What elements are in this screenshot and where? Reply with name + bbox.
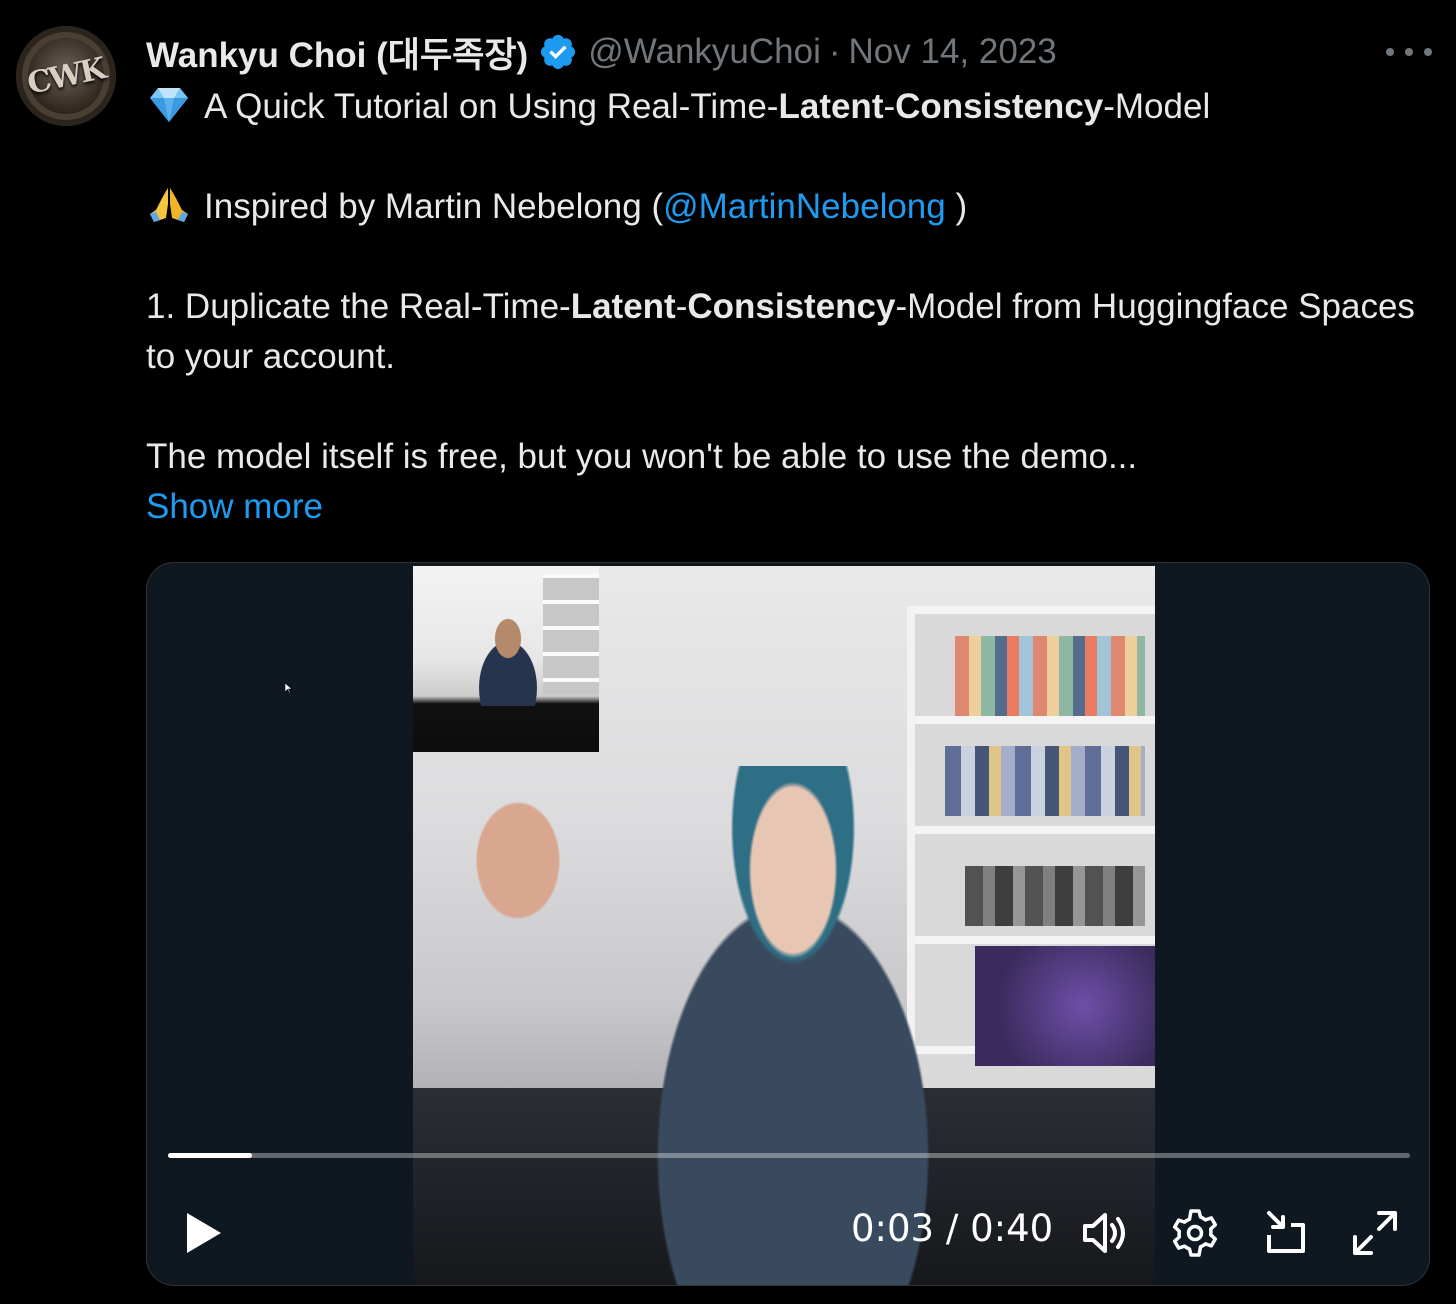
header-separator: · xyxy=(828,32,841,71)
video-controls: 0:03 / 0:40 xyxy=(147,1193,1429,1273)
step1-prefix: 1. Duplicate the Real-Time- xyxy=(146,287,571,326)
time-separator: / xyxy=(934,1207,971,1250)
verified-badge-icon[interactable] xyxy=(538,32,578,72)
title-bold-latent: Latent xyxy=(778,87,884,126)
tweet-header: Wankyu Choi (대두족장) @WankyuChoi · Nov 14,… xyxy=(146,28,1057,76)
video-progress-fill xyxy=(168,1153,253,1158)
webcam-inset xyxy=(413,566,599,752)
video-player[interactable]: 0:03 / 0:40 xyxy=(146,562,1430,1286)
gem-emoji-icon xyxy=(150,88,188,122)
title-text-prefix: A Quick Tutorial on Using Real-Time- xyxy=(204,87,779,126)
video-books xyxy=(955,636,1145,716)
webcam-person xyxy=(463,616,553,706)
author-avatar[interactable]: CWK xyxy=(16,26,116,126)
show-more-link[interactable]: Show more xyxy=(146,487,323,526)
inspired-suffix: ) xyxy=(945,187,968,226)
tweet-line-title: A Quick Tutorial on Using Real-Time-Late… xyxy=(146,82,1436,132)
avatar-monogram: CWK xyxy=(24,50,108,102)
tweet-line-inspired: Inspired by Martin Nebelong (@MartinNebe… xyxy=(146,182,1436,232)
mention-link[interactable]: @MartinNebelong xyxy=(663,187,946,226)
gear-icon[interactable] xyxy=(1169,1207,1221,1259)
author-handle[interactable]: @WankyuChoi xyxy=(588,32,821,72)
title-text-suffix: -Model xyxy=(1103,87,1211,126)
author-name[interactable]: Wankyu Choi (대두족장) xyxy=(146,27,528,78)
play-icon[interactable] xyxy=(181,1209,225,1257)
fullscreen-icon[interactable] xyxy=(1349,1207,1401,1259)
volume-icon[interactable] xyxy=(1079,1207,1131,1259)
tweet-line-model-free: The model itself is free, but you won't … xyxy=(146,437,1138,476)
minimize-to-corner-icon[interactable] xyxy=(1259,1207,1311,1259)
step1-hyphen: - xyxy=(675,287,688,326)
more-dot xyxy=(1405,48,1413,56)
inspired-text: Inspired by Martin Nebelong ( xyxy=(204,187,664,226)
title-hyphen: - xyxy=(883,87,896,126)
more-options-icon[interactable] xyxy=(1386,34,1432,70)
video-progress-bar[interactable] xyxy=(168,1153,1410,1158)
step1-bold-consistency: Consistency xyxy=(687,287,896,326)
tweet-text: A Quick Tutorial on Using Real-Time-Late… xyxy=(146,82,1436,532)
video-raised-hand xyxy=(443,756,593,946)
video-frame xyxy=(413,566,1155,1285)
step1-bold-latent: Latent xyxy=(570,287,676,326)
current-time: 0:03 xyxy=(851,1207,935,1250)
tweet-line-step1: 1. Duplicate the Real-Time-Latent-Consis… xyxy=(146,282,1436,382)
mouse-cursor-icon xyxy=(285,683,293,693)
more-dot xyxy=(1424,48,1432,56)
video-time: 0:03 / 0:40 xyxy=(851,1207,1053,1250)
title-bold-consistency: Consistency xyxy=(895,87,1104,126)
folded-hands-emoji-icon xyxy=(150,188,188,222)
more-dot xyxy=(1386,48,1394,56)
tweet-date[interactable]: Nov 14, 2023 xyxy=(849,32,1057,72)
duration: 0:40 xyxy=(970,1207,1054,1250)
